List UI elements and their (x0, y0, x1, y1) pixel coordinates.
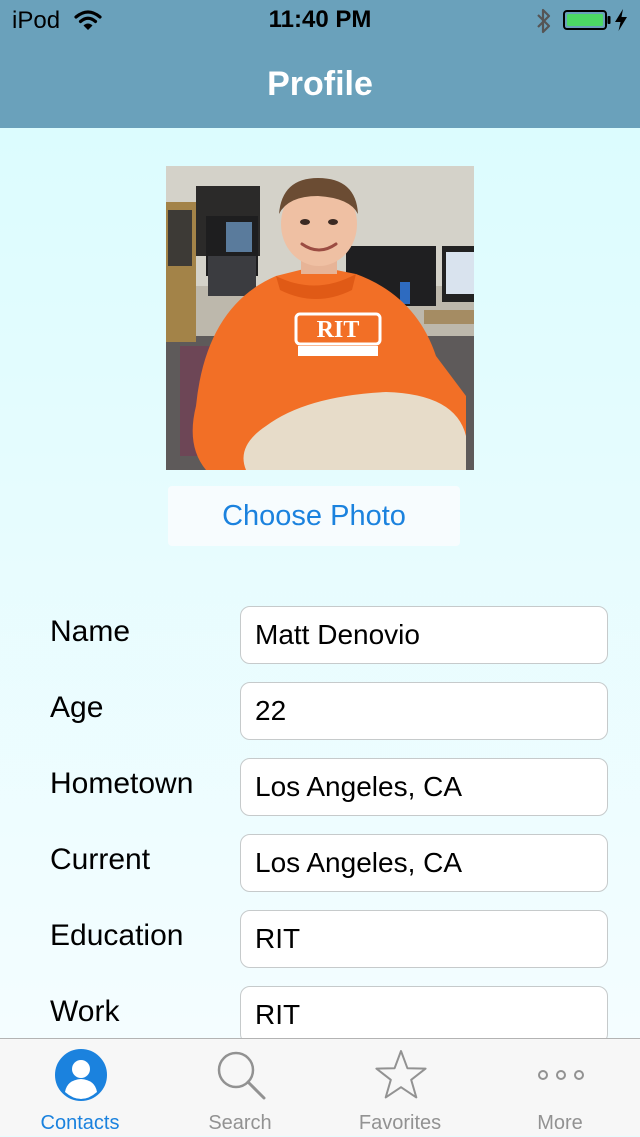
education-label: Education (50, 919, 184, 952)
form-row-age: Age (0, 682, 640, 742)
tab-search-label: Search (208, 1112, 272, 1134)
name-label: Name (50, 615, 131, 648)
charging-icon (615, 9, 627, 31)
search-icon (217, 1051, 266, 1100)
star-icon (375, 1050, 427, 1099)
hometown-field[interactable] (240, 758, 608, 816)
tab-bar: Contacts Search Favorites More (0, 1038, 640, 1136)
navigation-header: iPod 11:40 PM Profile (0, 0, 640, 128)
tab-more-label: More (537, 1112, 583, 1134)
profile-photo: RIT (166, 166, 474, 470)
battery-icon (563, 10, 611, 30)
age-label: Age (50, 691, 104, 724)
tab-contacts[interactable]: Contacts (0, 1039, 160, 1137)
current-label: Current (50, 843, 151, 876)
svg-text:RIT: RIT (317, 317, 360, 343)
person-icon (55, 1049, 107, 1101)
form-row-hometown: Hometown (0, 758, 640, 818)
hometown-label: Hometown (50, 767, 194, 800)
tab-favorites[interactable]: Favorites (320, 1039, 480, 1137)
form-row-work: Work (0, 986, 640, 1046)
education-field[interactable] (240, 910, 608, 968)
current-field[interactable] (240, 834, 608, 892)
form-row-education: Education (0, 910, 640, 970)
bluetooth-icon (537, 8, 551, 34)
profile-content: RIT Choose Photo Name Age Hometown Curre… (0, 128, 640, 1044)
work-label: Work (50, 995, 120, 1028)
tab-favorites-label: Favorites (358, 1112, 442, 1134)
tab-more[interactable]: More (480, 1039, 640, 1137)
form-row-name: Name (0, 606, 640, 666)
tab-search[interactable]: Search (160, 1039, 320, 1137)
tab-contacts-label: Contacts (40, 1112, 120, 1134)
age-field[interactable] (240, 682, 608, 740)
status-bar: iPod 11:40 PM (0, 0, 640, 40)
work-field[interactable] (240, 986, 608, 1044)
page-title: Profile (267, 65, 373, 103)
form-row-current: Current (0, 834, 640, 894)
more-icon (538, 1070, 584, 1080)
choose-photo-button[interactable]: Choose Photo (168, 486, 460, 546)
name-field[interactable] (240, 606, 608, 664)
